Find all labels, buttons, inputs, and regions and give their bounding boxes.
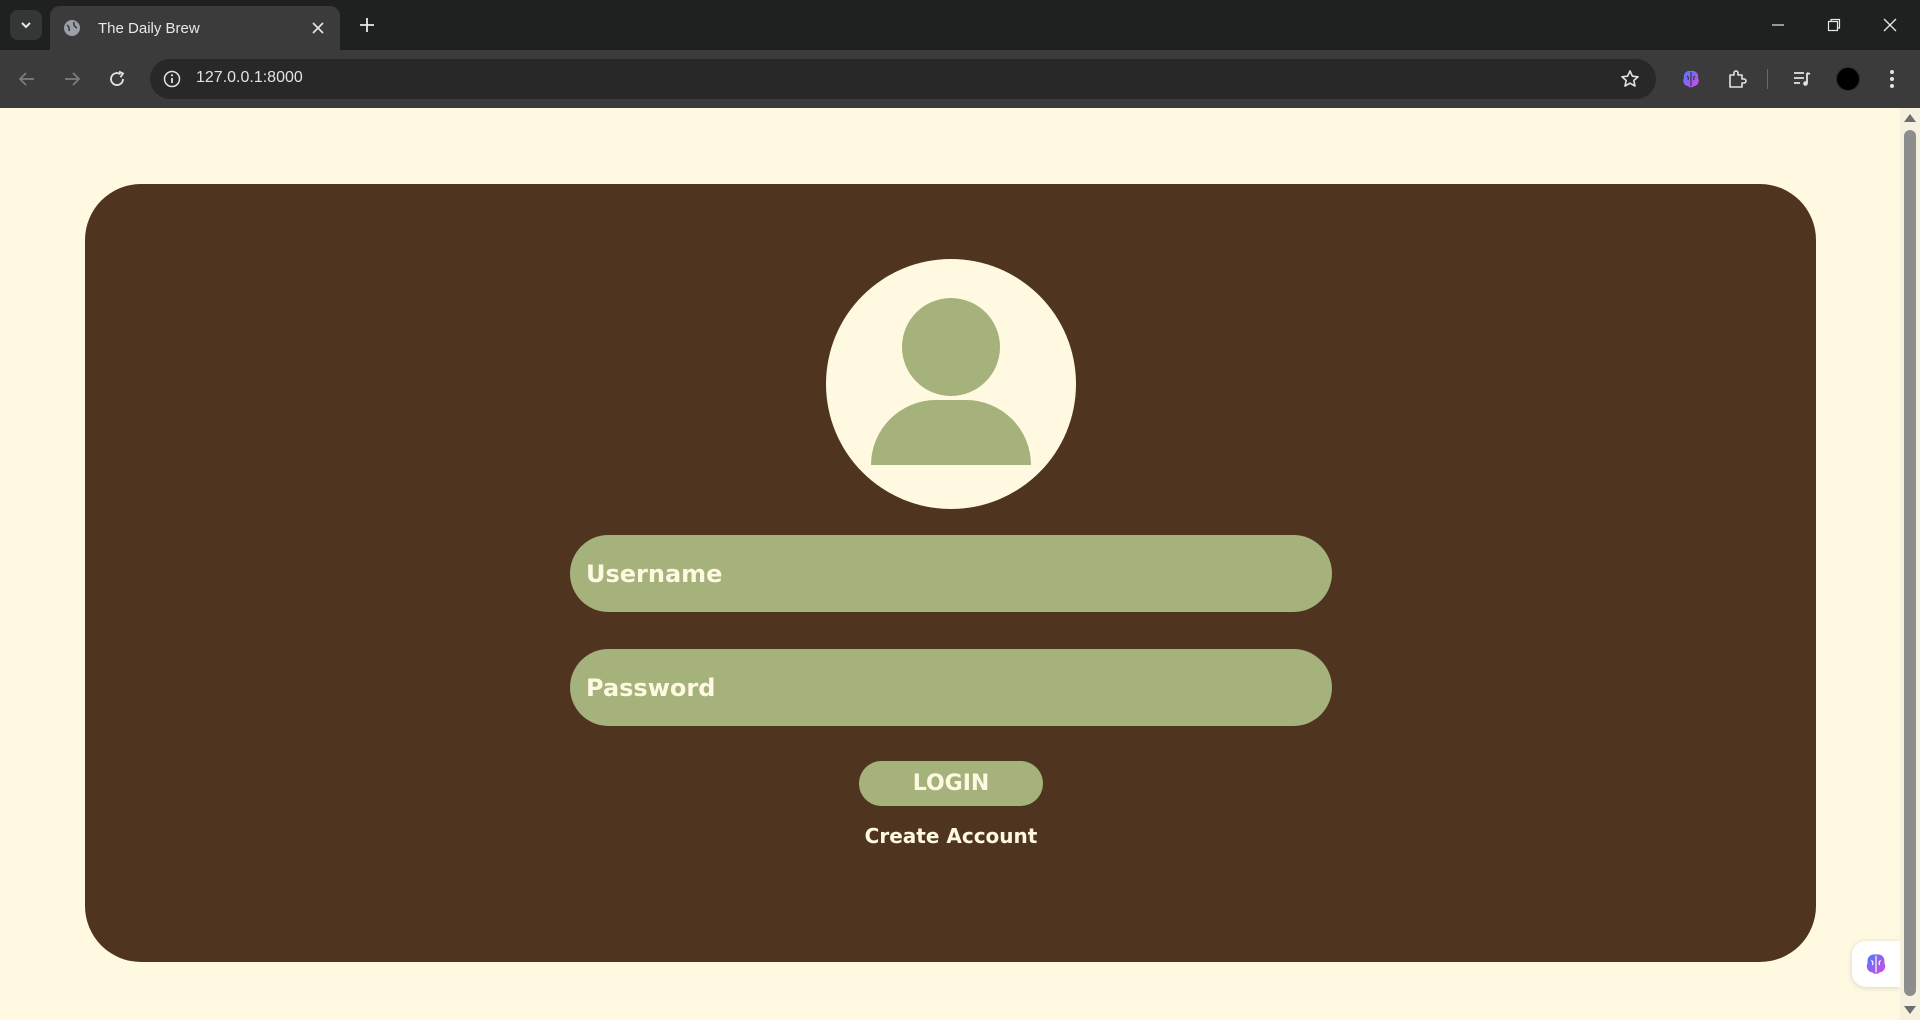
forward-button[interactable] [57,64,87,94]
browser-toolbar: 127.0.0.1:8000 [0,50,1920,108]
scroll-up-arrow-icon[interactable] [1904,114,1916,122]
address-bar[interactable]: 127.0.0.1:8000 [150,59,1656,99]
browser-tab-bar: The Daily Brew [0,0,1920,50]
more-menu-icon [1890,70,1894,88]
more-menu-button[interactable] [1877,64,1907,94]
avatar-head [902,298,1000,396]
reload-icon [110,70,125,86]
minimize-icon [1772,24,1784,26]
password-input[interactable] [570,649,1332,726]
avatar-body [871,400,1031,465]
profile-button[interactable] [1833,64,1863,94]
login-card: LOGIN Create Account [85,184,1816,962]
tab-search-button[interactable] [10,10,42,40]
create-account-link[interactable]: Create Account [851,824,1051,854]
restore-icon [1827,18,1841,32]
tab-title: The Daily Brew [98,19,200,37]
page-viewport: LOGIN Create Account [0,108,1920,1020]
back-button[interactable] [12,64,42,94]
bookmark-star-icon[interactable] [1618,67,1642,91]
browser-tab[interactable]: The Daily Brew [50,6,340,50]
user-silhouette-icon [826,259,1076,509]
restore-button[interactable] [1814,8,1854,42]
plus-icon [360,18,374,32]
close-window-button[interactable] [1870,8,1910,42]
new-tab-button[interactable] [354,12,380,38]
url-text: 127.0.0.1:8000 [196,69,303,86]
login-button[interactable]: LOGIN [859,761,1043,806]
media-control-icon [1794,72,1811,86]
close-window-icon [1883,18,1897,32]
vertical-scrollbar[interactable] [1900,108,1920,1020]
extensions-button[interactable] [1722,64,1752,94]
reload-button[interactable] [102,64,132,94]
floating-assistant-button[interactable] [1852,941,1900,987]
puzzle-icon [1729,70,1747,88]
brain-extension-button[interactable] [1676,64,1706,94]
brain-extension-icon [1683,70,1699,88]
minimize-button[interactable] [1758,8,1798,42]
back-arrow-icon [18,72,34,86]
toolbar-divider [1767,69,1768,89]
brain-icon [1866,954,1886,974]
scrollbar-thumb[interactable] [1904,130,1916,996]
username-input[interactable] [570,535,1332,612]
site-info-icon[interactable] [160,67,184,91]
scroll-down-arrow-icon[interactable] [1904,1006,1916,1014]
profile-icon [1836,67,1860,91]
media-control-button[interactable] [1787,64,1817,94]
globe-icon [62,18,82,38]
close-icon[interactable] [308,18,328,38]
chevron-down-icon [21,22,31,29]
forward-arrow-icon [65,72,81,86]
